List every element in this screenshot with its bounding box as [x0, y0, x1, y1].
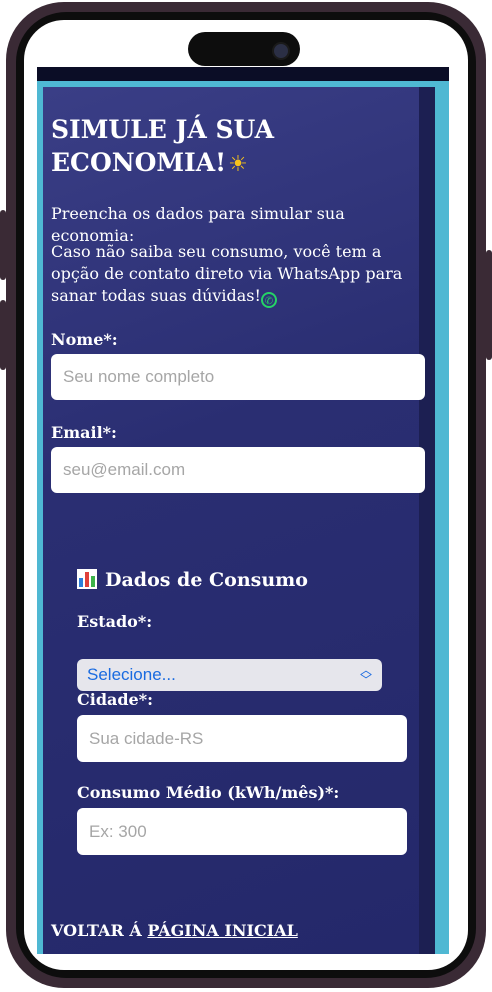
- cidade-input[interactable]: [77, 715, 407, 762]
- screen: SIMULE JÁ SUA ECONOMIA!☀ Preencha os dad…: [37, 67, 449, 954]
- side-button: [0, 210, 6, 280]
- panel-shade: [419, 87, 435, 954]
- page-title-line2: ECONOMIA!: [51, 148, 227, 177]
- consumo-input[interactable]: [77, 808, 407, 855]
- side-button: [0, 300, 6, 370]
- name-input[interactable]: [51, 354, 425, 400]
- side-button: [486, 250, 492, 360]
- name-label: Nome*:: [51, 330, 118, 349]
- info-text: Caso não saiba seu consumo, você tem a o…: [51, 241, 423, 308]
- consumo-section-label: Dados de Consumo: [105, 569, 308, 591]
- cidade-label: Cidade*:: [77, 690, 154, 709]
- email-input[interactable]: [51, 447, 425, 493]
- estado-selected-value: Selecione...: [87, 665, 176, 684]
- chevron-updown-icon: ︿ ﹀: [359, 663, 372, 687]
- footer-back-link: VOLTAR Á PÁGINA INICIAL: [51, 921, 298, 940]
- sun-icon: ☀: [228, 151, 248, 177]
- page-title-line1: SIMULE JÁ SUA: [51, 115, 274, 144]
- consumo-section-title: Dados de Consumo: [77, 569, 308, 591]
- whatsapp-icon[interactable]: ✆: [260, 292, 277, 308]
- home-page-link[interactable]: PÁGINA INICIAL: [147, 921, 298, 940]
- estado-label: Estado*:: [77, 612, 153, 631]
- estado-select[interactable]: Selecione... ︿ ﹀: [77, 659, 382, 691]
- consumo-label: Consumo Médio (kWh/mês)*:: [77, 783, 340, 802]
- info-text-body: Caso não saiba seu consumo, você tem a o…: [51, 242, 403, 305]
- email-label: Email*:: [51, 423, 117, 442]
- simulation-panel: SIMULE JÁ SUA ECONOMIA!☀ Preencha os dad…: [43, 87, 435, 954]
- footer-prefix: VOLTAR Á: [51, 921, 148, 940]
- camera-icon: [272, 42, 290, 60]
- bar-chart-icon: [77, 569, 97, 589]
- page-title: SIMULE JÁ SUA ECONOMIA!☀: [51, 113, 391, 181]
